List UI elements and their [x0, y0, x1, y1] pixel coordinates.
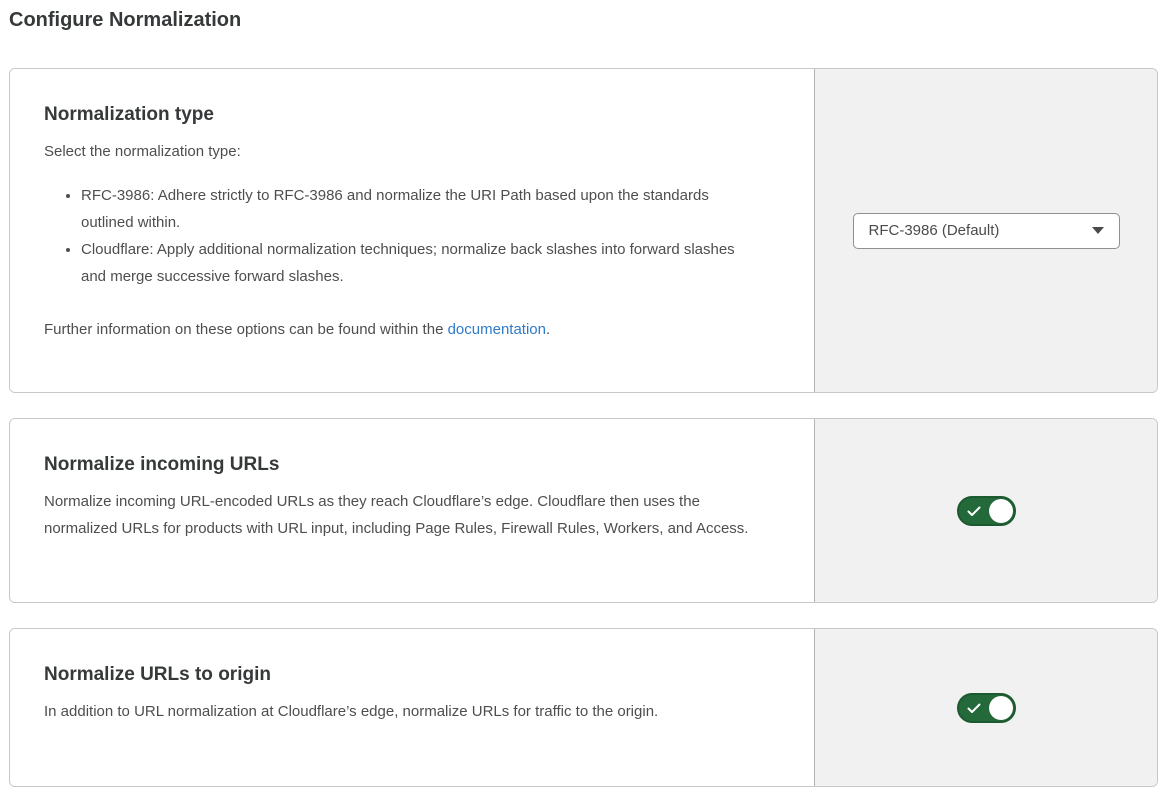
card-normalization-type-control-panel: RFC-3986 (Default) — [814, 69, 1157, 392]
card-normalize-incoming-urls: Normalize incoming URLs Normalize incomi… — [9, 418, 1158, 603]
checkmark-icon — [967, 506, 981, 517]
card-normalization-type: Normalization type Select the normalizat… — [9, 68, 1158, 393]
card-normalize-incoming-urls-content: Normalize incoming URLs Normalize incomi… — [10, 419, 814, 602]
card-normalize-urls-to-origin-control-panel — [814, 629, 1157, 786]
card-heading: Normalization type — [44, 102, 774, 128]
normalize-incoming-urls-toggle[interactable] — [957, 496, 1016, 526]
footer-note-text: Further information on these options can… — [44, 321, 448, 338]
documentation-link[interactable]: documentation — [448, 321, 546, 338]
configure-normalization-page: Configure Normalization Normalization ty… — [0, 0, 1167, 787]
card-intro: Select the normalization type: — [44, 138, 774, 165]
normalization-type-select-value: RFC-3986 (Default) — [869, 222, 1000, 239]
card-heading: Normalize incoming URLs — [44, 452, 774, 478]
toggle-knob — [989, 696, 1013, 720]
normalize-urls-to-origin-toggle[interactable] — [957, 693, 1016, 723]
card-normalize-incoming-urls-control-panel — [814, 419, 1157, 602]
checkmark-icon — [967, 703, 981, 714]
card-heading: Normalize URLs to origin — [44, 662, 774, 688]
normalization-type-select[interactable]: RFC-3986 (Default) — [853, 213, 1120, 249]
card-normalization-type-content: Normalization type Select the normalizat… — [10, 69, 814, 392]
normalization-options-list: RFC-3986: Adhere strictly to RFC-3986 an… — [44, 182, 744, 290]
card-description: In addition to URL normalization at Clou… — [44, 698, 774, 725]
footer-note: Further information on these options can… — [44, 316, 774, 343]
card-description: Normalize incoming URL-encoded URLs as t… — [44, 488, 774, 542]
toggle-knob — [989, 499, 1013, 523]
list-item: RFC-3986: Adhere strictly to RFC-3986 an… — [81, 182, 744, 236]
footer-note-period: . — [546, 321, 550, 338]
card-normalize-urls-to-origin-content: Normalize URLs to origin In addition to … — [10, 629, 814, 786]
chevron-down-icon — [1092, 227, 1104, 234]
page-title: Configure Normalization — [9, 7, 1158, 33]
card-normalize-urls-to-origin: Normalize URLs to origin In addition to … — [9, 628, 1158, 787]
list-item: Cloudflare: Apply additional normalizati… — [81, 236, 744, 290]
